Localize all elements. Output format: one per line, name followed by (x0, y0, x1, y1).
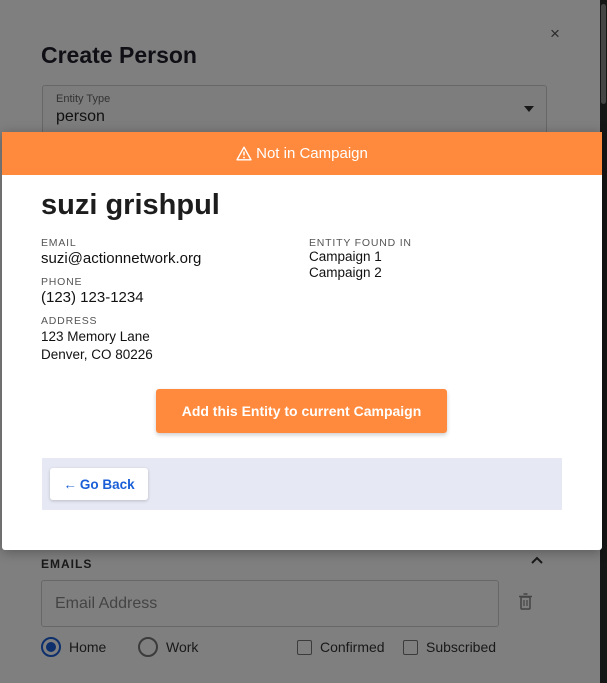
phone-value: (123) 123-1234 (41, 289, 144, 306)
go-back-label: Go Back (79, 476, 135, 492)
arrow-left-icon: ← (63, 476, 77, 492)
address-label: ADDRESS (41, 315, 98, 327)
entity-found-modal: Not in Campaign suzi grishpul EMAIL suzi… (2, 132, 602, 550)
campaign-list-item: Campaign 1 (309, 249, 382, 264)
warning-icon (236, 146, 252, 161)
phone-label: PHONE (41, 276, 83, 288)
entity-found-in-label: ENTITY FOUND IN (309, 237, 412, 249)
modal-footer: ← Go Back (42, 458, 562, 510)
not-in-campaign-banner: Not in Campaign (2, 132, 602, 175)
address-line-1: 123 Memory Lane (41, 329, 150, 344)
campaign-list-item: Campaign 2 (309, 265, 382, 280)
email-value: suzi@actionnetwork.org (41, 250, 202, 267)
email-label: EMAIL (41, 237, 77, 249)
banner-text: Not in Campaign (256, 145, 368, 162)
address-line-2: Denver, CO 80226 (41, 347, 153, 362)
person-name: suzi grishpul (41, 189, 220, 221)
go-back-button[interactable]: ← Go Back (50, 468, 148, 500)
add-to-campaign-button[interactable]: Add this Entity to current Campaign (156, 389, 447, 433)
